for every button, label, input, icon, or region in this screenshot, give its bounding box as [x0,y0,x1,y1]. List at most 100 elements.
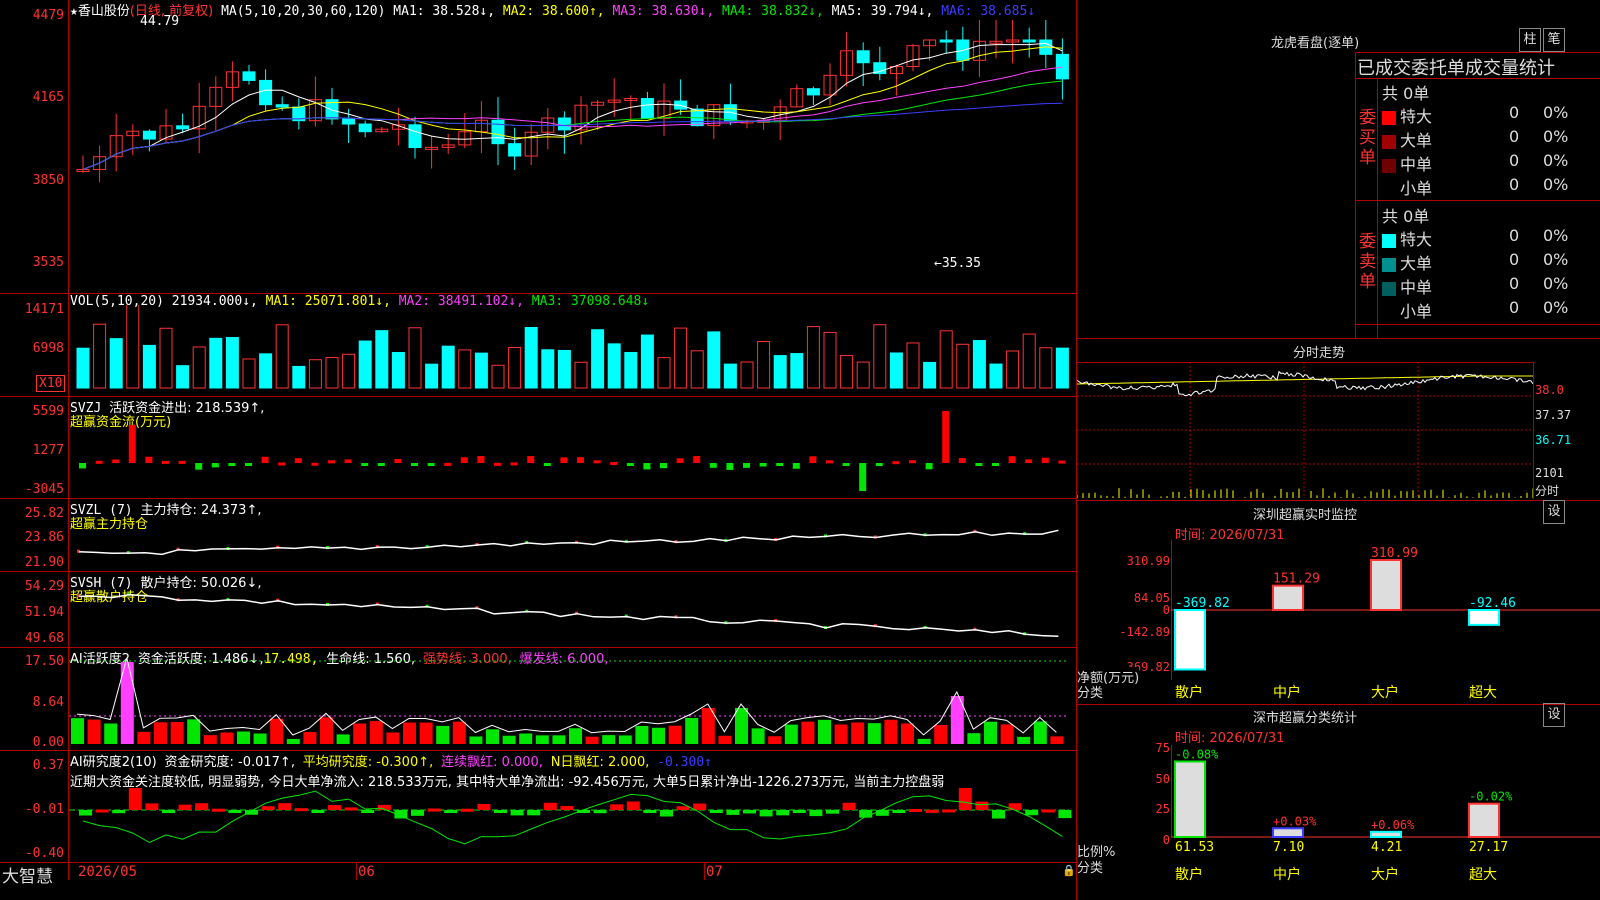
activity-bar [735,708,748,744]
research-bar [892,810,906,813]
date-label-2: 06 [358,864,375,880]
buy-side-label: 委买单 [1359,108,1376,168]
activity-bar [884,719,898,744]
chart-area[interactable]: ★香山股份(日线, 前复权) MA(5,10,20,30,60,120) MA1… [0,0,1077,900]
volume-bar [773,355,787,389]
svsh-chart[interactable] [69,572,1076,647]
axis-ai1-3: 0.00 [32,735,64,750]
ai1-chart[interactable] [69,648,1076,750]
volume-bar [640,334,654,389]
candle-body [176,125,190,130]
fund-flow-bar [311,462,319,466]
activity-bar [203,735,217,744]
ai2-chart[interactable] [69,788,1076,862]
order-row-sell: 小单 [1382,298,1432,322]
activity-bar [170,722,184,744]
research-bar [311,810,325,813]
research-bar [1025,810,1039,816]
volume-bar [408,327,422,389]
activity-bar [934,724,948,744]
research-bar [261,806,275,810]
candle-body [640,98,654,119]
volume-bar [109,338,123,389]
fund-flow-bar [577,457,584,463]
axis-main-4: 3535 [32,255,64,270]
volume-chart[interactable] [69,305,1076,395]
fund-flow-bar [112,459,120,463]
color-swatch-icon [1382,233,1396,248]
volume-bar [607,343,621,389]
candlestick-chart[interactable] [69,20,1076,292]
net-amount-bar [1370,559,1402,611]
volume-bar [906,342,920,389]
activity-bar [585,736,599,744]
order-percent: 0% [1543,175,1569,194]
fund-flow-bar [477,456,485,463]
svzj-chart[interactable] [69,397,1076,498]
ma4-value: MA4: 38.832↓, [722,4,824,19]
activity-bar [369,721,383,744]
category-label: 大户 [1371,867,1399,883]
axis-vol-2: 6998 [32,341,64,356]
class-title: 深市超赢分类统计 [1253,711,1358,726]
activity-bar [751,728,765,744]
order-percent: 0% [1543,127,1569,146]
volume-bar [275,324,289,389]
ma5-value: MA5: 39.794↓, [831,4,934,19]
fund-flow-bar [726,463,734,470]
tick-mode-button[interactable]: 笔 [1543,28,1565,52]
axis-vol-1: 14171 [24,302,64,317]
research-bar [958,788,972,810]
lock-icon[interactable]: 🔒 [1062,864,1076,877]
activity-bar [535,735,549,744]
bar-mode-button[interactable]: 柱 [1519,28,1541,52]
research-bar [610,804,624,810]
color-swatch-icon [1382,281,1396,296]
intraday-chart[interactable] [1077,362,1533,498]
research-bar [776,810,790,816]
fund-flow-bar [328,460,335,464]
research-bar [726,810,740,815]
ai2-header: AI研究度2(10) 资金研究度: -0.017↑, 平均研究度: -0.300… [70,755,712,770]
stock-name[interactable]: 香山股份 [78,4,130,19]
volume-bar [159,327,173,389]
class-settings-button[interactable]: 设 [1543,703,1565,727]
monitor-settings-button[interactable]: 设 [1543,500,1565,524]
volume-bar [209,337,223,389]
fund-flow-bar [344,459,352,463]
axis-ai1-1: 17.50 [24,654,64,669]
volume-bar [956,343,970,389]
research-bar [709,810,723,813]
ratio-value-label: 4.21 [1371,840,1402,855]
volume-bar [923,361,937,389]
activity-bar [1017,736,1031,744]
svzl-chart[interactable] [69,499,1076,571]
bar-value-label: -369.82 [1175,596,1230,611]
order-type: 大单 [1400,254,1433,273]
research-bar [1058,810,1072,819]
fund-flow-bar [211,463,219,468]
order-row-buy: 中单 [1382,151,1432,175]
volume-bar [142,344,156,389]
candle-body [1055,53,1069,80]
ratio-bar [1272,827,1304,838]
activity-bar [220,732,234,744]
activity-bar [784,724,798,744]
candle-body [408,124,422,149]
volume-bar [342,353,356,389]
sell-total: 共 0单 [1382,207,1430,226]
color-swatch-icon [1382,134,1396,149]
class-time: 时间: 2026/07/31 [1175,731,1285,746]
fund-flow-bar [560,457,568,463]
activity-bar [685,718,699,744]
volume-bar [524,326,538,389]
class-bar-chart[interactable]: -0.08% 61.53 +0.03% 7.10 +0.06% 4.21 -0.02% 27.… [1171,745,1600,855]
fund-flow-bar [743,463,750,468]
bar-value-label: 310.99 [1371,546,1418,561]
order-type: 小单 [1400,179,1433,198]
activity-bar [984,721,997,744]
axis-svzj-2: 1277 [32,443,64,458]
fund-flow-bar [228,463,236,466]
volume-bar [823,331,837,389]
monitor-bar-chart[interactable]: -369.82 151.29 310.99 -92.46 [1171,540,1600,680]
